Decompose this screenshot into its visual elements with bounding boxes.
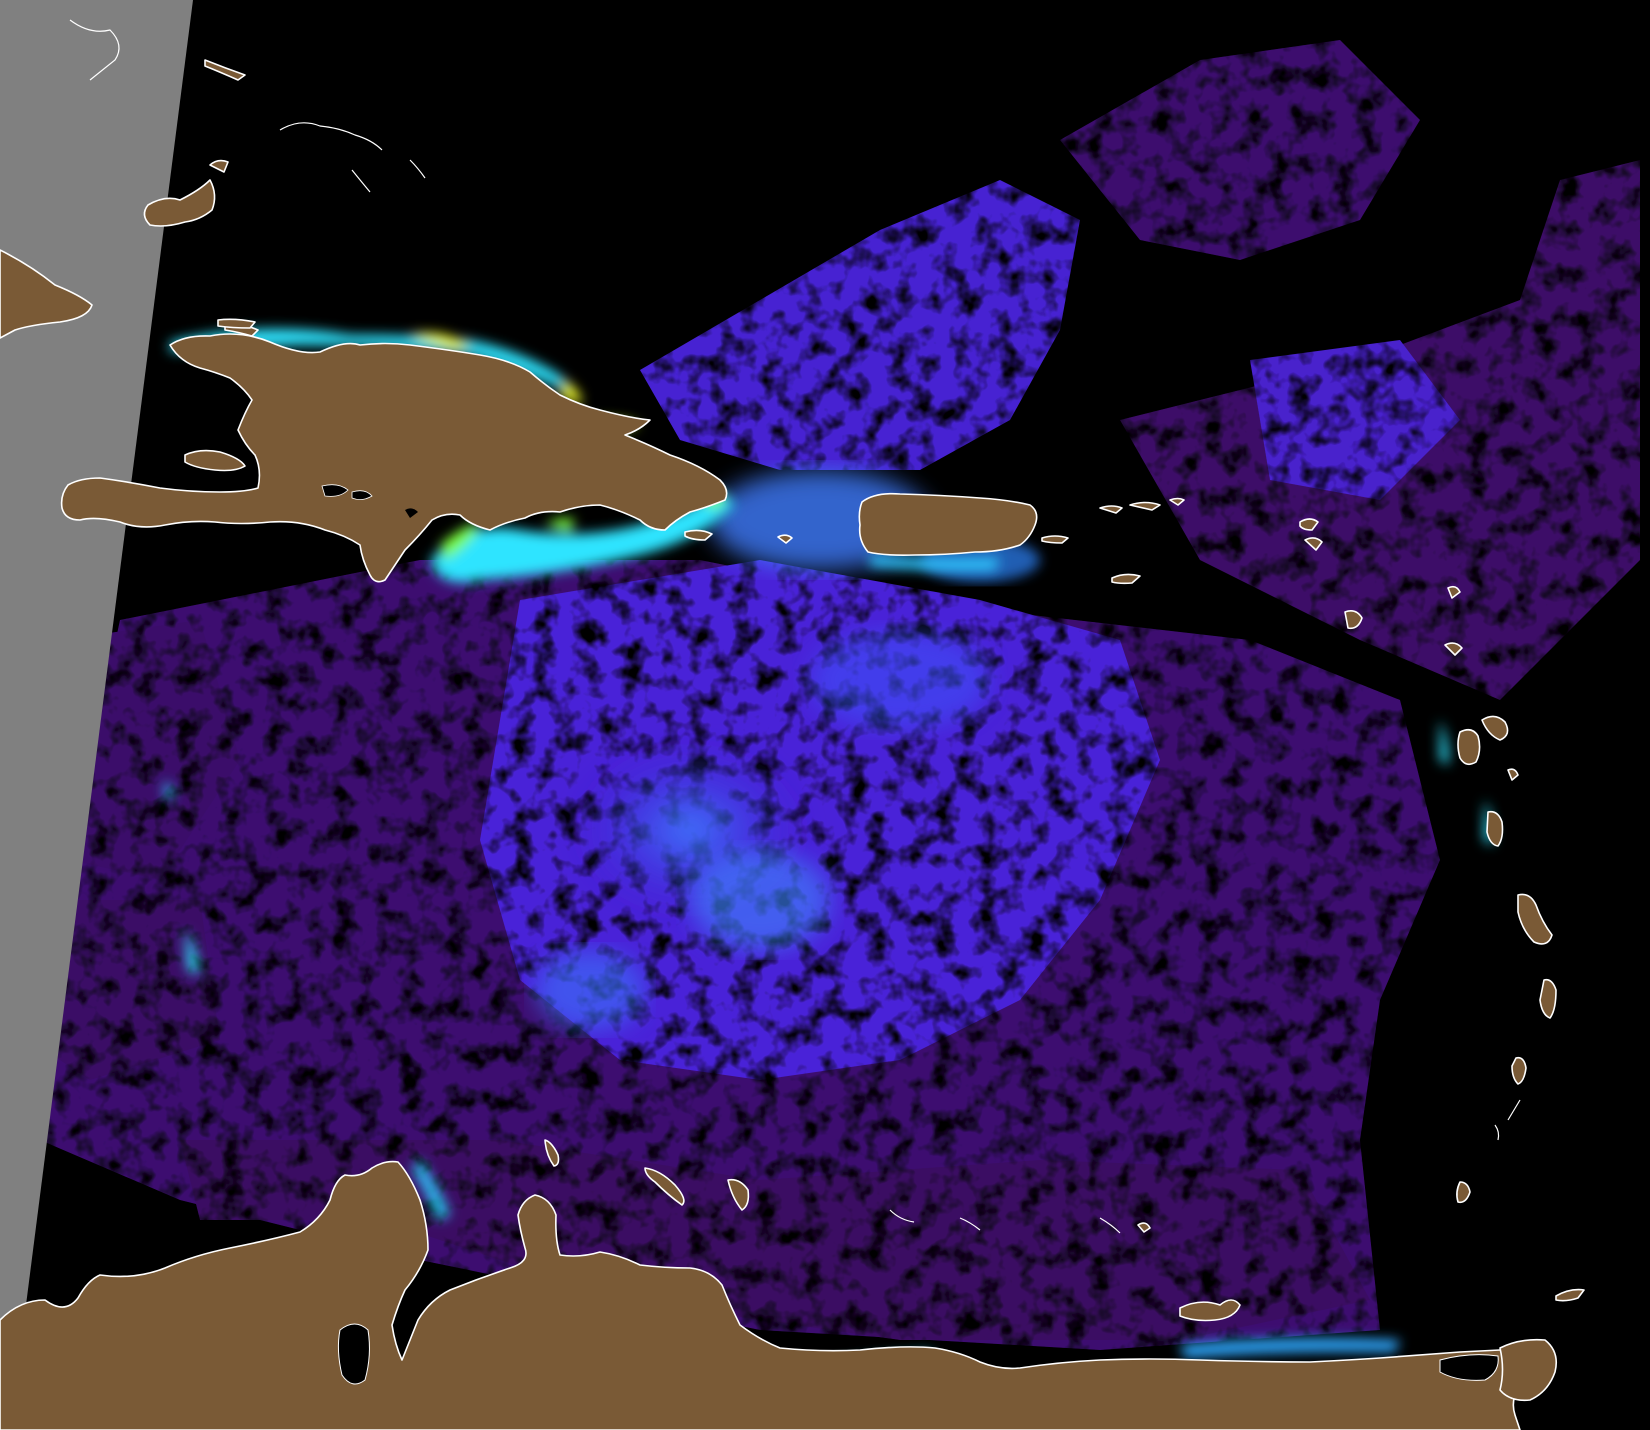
lake-maracaibo xyxy=(337,1323,370,1385)
guadeloupe-island xyxy=(1457,728,1481,766)
vieques-island xyxy=(1041,535,1069,544)
gulf-of-paria xyxy=(1439,1354,1499,1381)
puerto-rico-landmass xyxy=(858,492,1038,556)
tortuga-island xyxy=(217,318,256,329)
satellite-map xyxy=(0,0,1650,1430)
